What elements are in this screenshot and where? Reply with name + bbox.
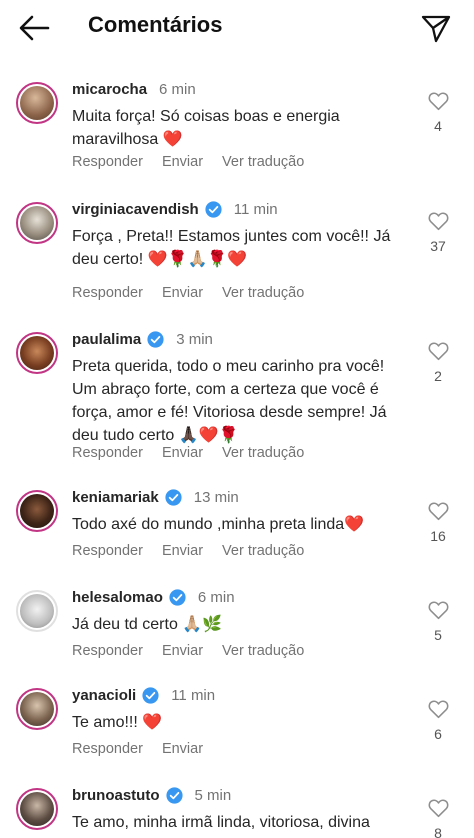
- send-button[interactable]: Enviar: [162, 543, 203, 559]
- comment-text: Te amo, minha irmã linda, vitoriosa, div…: [72, 814, 370, 831]
- back-arrow-icon[interactable]: [18, 14, 50, 42]
- like-count: 6: [434, 726, 442, 742]
- reply-button[interactable]: Responder: [72, 741, 143, 757]
- username[interactable]: helesalomao: [72, 589, 163, 606]
- like-count: 5: [434, 627, 442, 643]
- reply-button[interactable]: Responder: [72, 285, 143, 301]
- comment-text: Força , Preta!! Estamos juntes com você!…: [72, 228, 391, 268]
- share-icon[interactable]: [420, 12, 452, 44]
- translate-button[interactable]: Ver tradução: [222, 543, 304, 559]
- comment-text: Te amo!!! ❤️: [72, 714, 163, 731]
- username[interactable]: yanacioli: [72, 687, 136, 704]
- avatar[interactable]: [16, 788, 58, 830]
- send-button[interactable]: Enviar: [162, 445, 203, 461]
- reply-button[interactable]: Responder: [72, 543, 143, 559]
- reply-button[interactable]: Responder: [72, 643, 143, 659]
- avatar[interactable]: [16, 688, 58, 730]
- like-count: 4: [434, 118, 442, 134]
- timestamp: 13 min: [193, 489, 239, 506]
- verified-badge-icon: [147, 331, 164, 348]
- timestamp: 11 min: [171, 687, 216, 704]
- page-title: Comentários: [88, 12, 223, 37]
- avatar[interactable]: [16, 82, 58, 124]
- comment-text: Muita força! Só coisas boas e energia ma…: [72, 108, 340, 148]
- timestamp: 3 min: [176, 331, 213, 348]
- verified-badge-icon: [165, 787, 183, 804]
- reply-button[interactable]: Responder: [72, 445, 143, 461]
- heart-icon[interactable]: [428, 341, 449, 361]
- comment-text: Preta querida, todo o meu carinho pra vo…: [72, 358, 387, 444]
- translate-button[interactable]: Ver tradução: [222, 643, 304, 659]
- like-count: 16: [430, 528, 446, 544]
- avatar[interactable]: [16, 590, 58, 632]
- username[interactable]: paulalima: [72, 331, 141, 348]
- send-button[interactable]: Enviar: [162, 643, 203, 659]
- timestamp: 5 min: [194, 787, 232, 804]
- avatar[interactable]: [16, 490, 58, 532]
- timestamp: 6 min: [197, 589, 235, 606]
- timestamp: 6 min: [159, 81, 196, 98]
- heart-icon[interactable]: [428, 699, 449, 719]
- reply-button[interactable]: Responder: [72, 154, 143, 170]
- timestamp: 11 min: [233, 201, 278, 218]
- verified-badge-icon: [165, 489, 182, 506]
- username[interactable]: virginiacavendish: [72, 201, 199, 218]
- username[interactable]: micarocha: [72, 81, 147, 98]
- heart-icon[interactable]: [428, 798, 449, 818]
- avatar[interactable]: [16, 332, 58, 374]
- like-count: 37: [430, 238, 446, 254]
- comment-text: Todo axé do mundo ,minha preta linda❤️: [72, 516, 365, 533]
- heart-icon[interactable]: [428, 600, 449, 620]
- comment-text: Já deu td certo 🙏🏼🌿: [72, 616, 223, 633]
- send-button[interactable]: Enviar: [162, 741, 203, 757]
- heart-icon[interactable]: [428, 211, 449, 231]
- translate-button[interactable]: Ver tradução: [222, 285, 304, 301]
- verified-badge-icon: [169, 589, 186, 606]
- username[interactable]: keniamariak: [72, 489, 159, 506]
- header: Comentários: [0, 0, 474, 56]
- send-button[interactable]: Enviar: [162, 154, 203, 170]
- send-button[interactable]: Enviar: [162, 285, 203, 301]
- heart-icon[interactable]: [428, 91, 449, 111]
- like-count: 8: [434, 825, 442, 838]
- heart-icon[interactable]: [428, 501, 449, 521]
- username[interactable]: brunoastuto: [72, 787, 160, 804]
- verified-badge-icon: [205, 201, 222, 218]
- avatar[interactable]: [16, 202, 58, 244]
- verified-badge-icon: [142, 687, 159, 704]
- translate-button[interactable]: Ver tradução: [222, 154, 304, 170]
- translate-button[interactable]: Ver tradução: [222, 445, 304, 461]
- like-count: 2: [434, 368, 442, 384]
